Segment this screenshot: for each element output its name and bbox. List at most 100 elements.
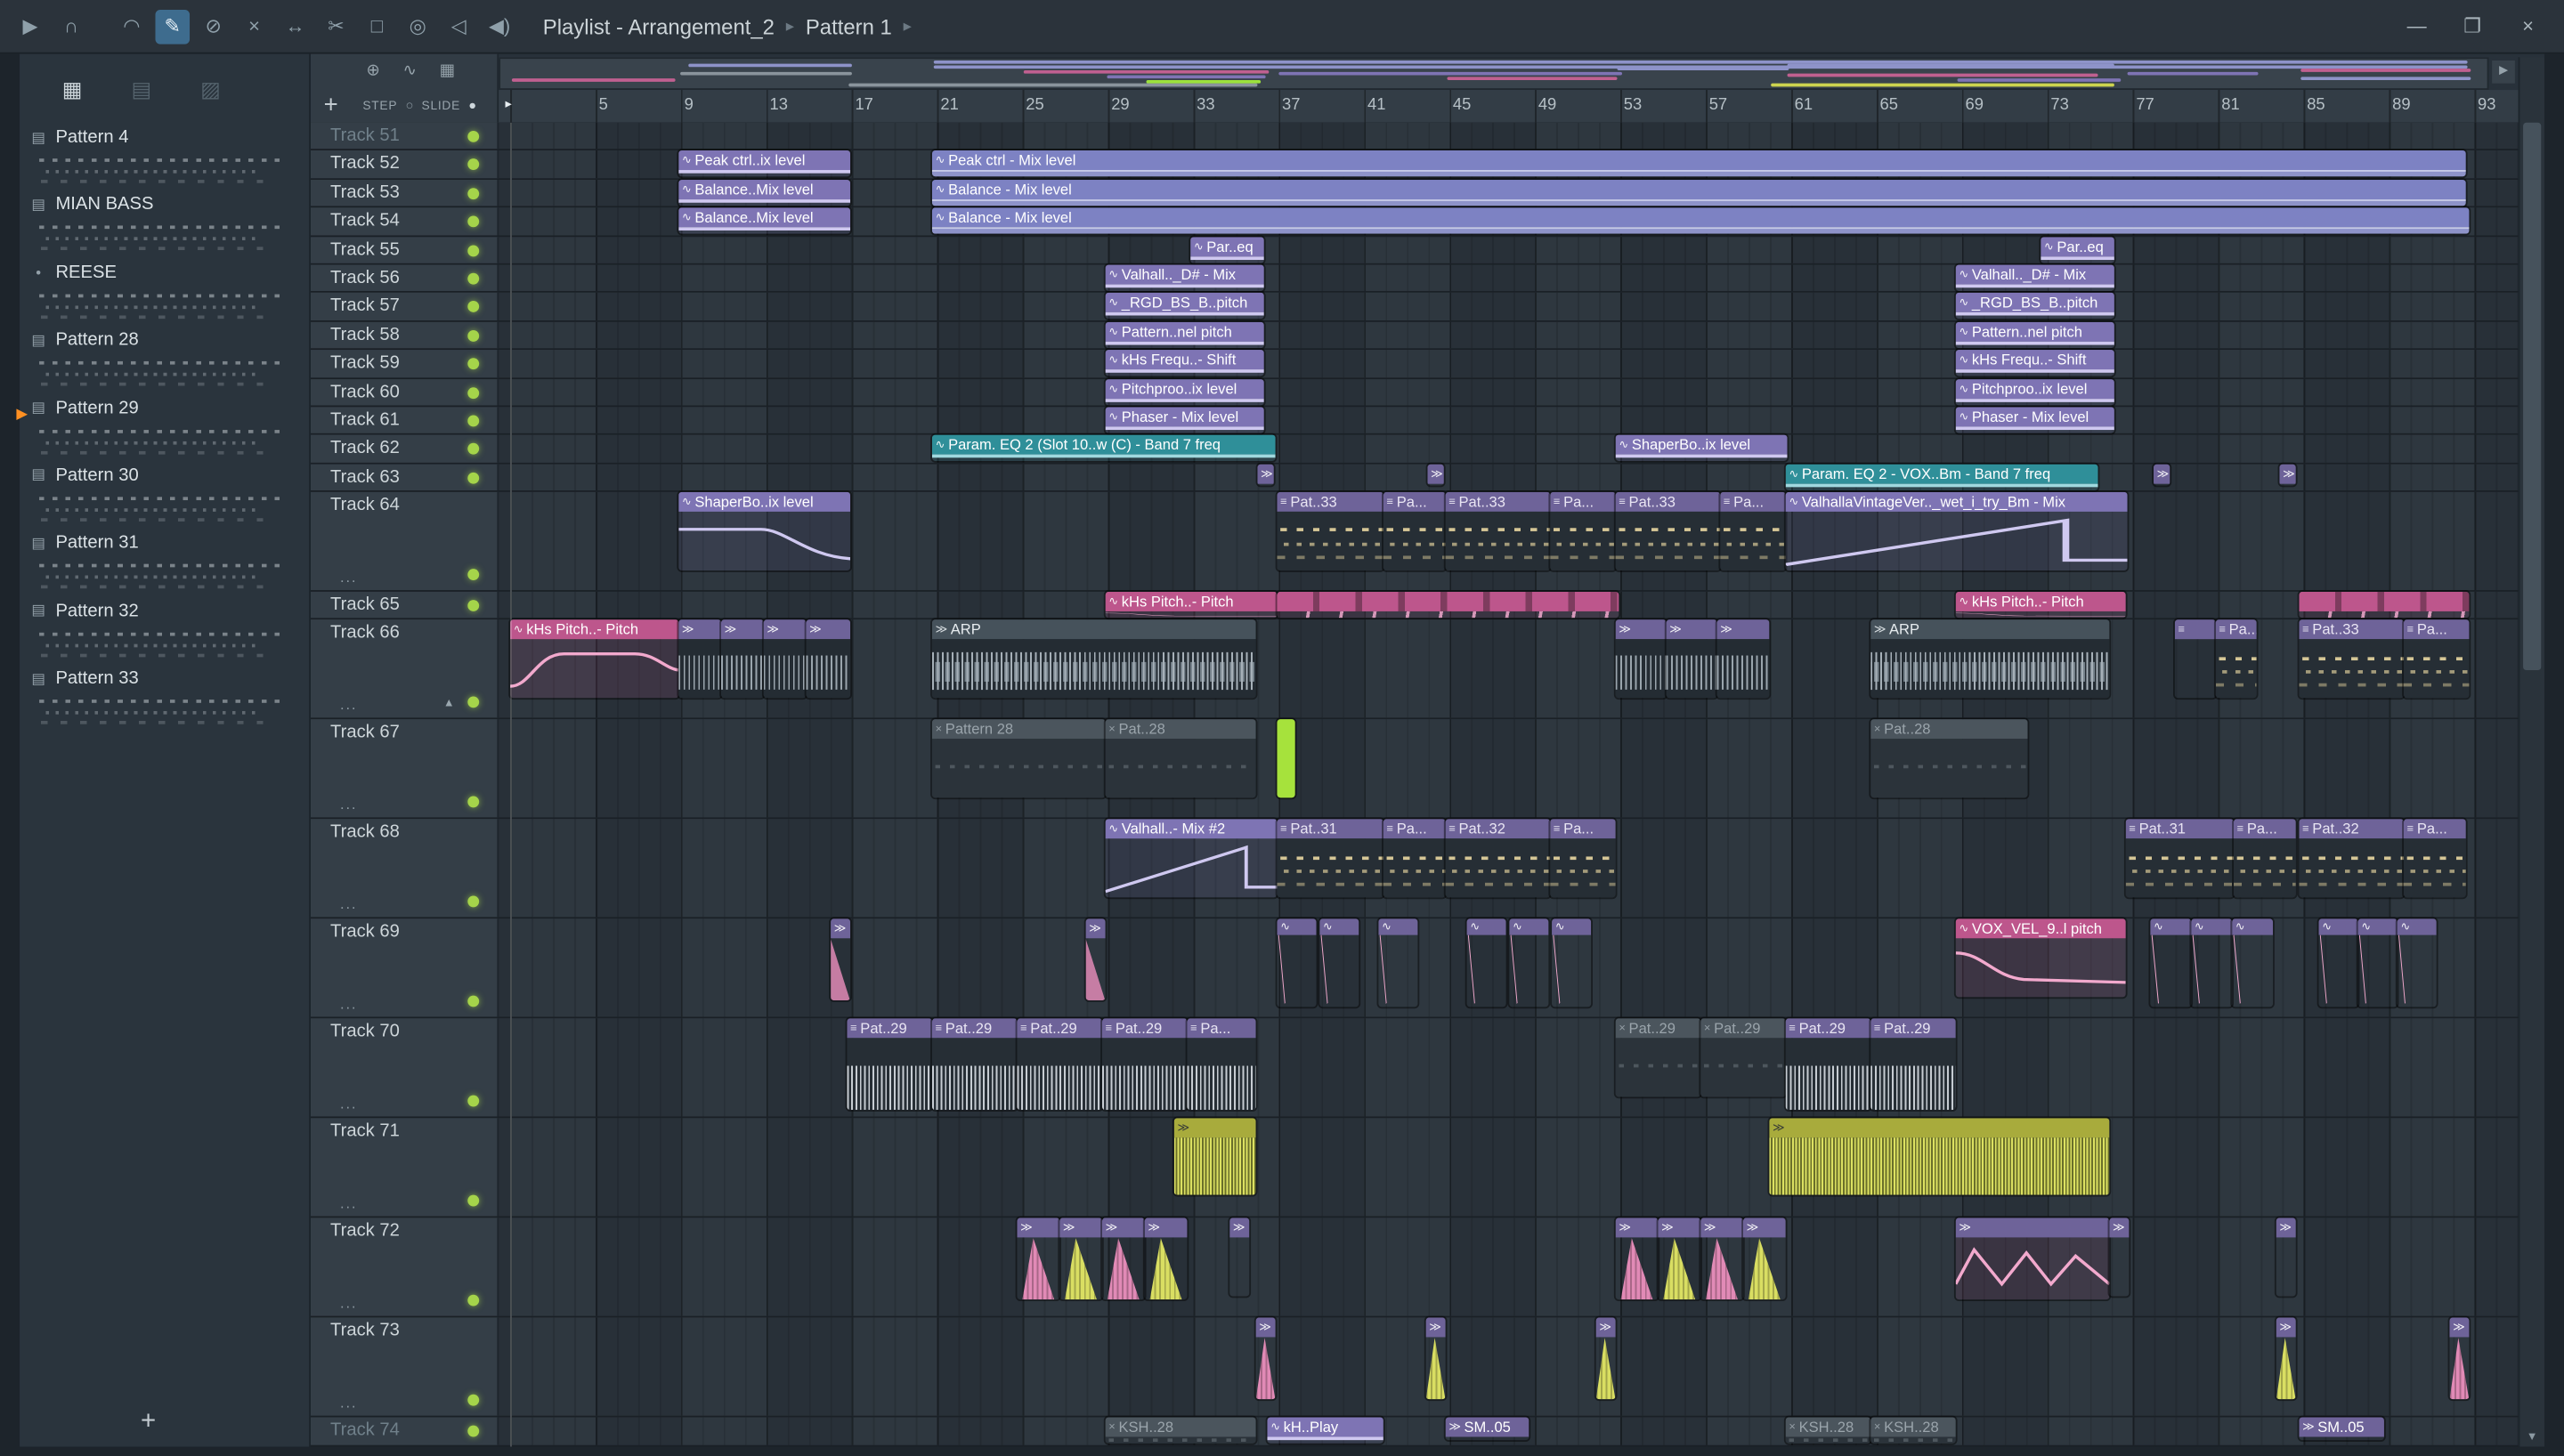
playlist-clip[interactable]: ≫ [1101,1218,1145,1301]
patterns-view-icon[interactable]: ▦ [62,77,83,102]
playlist-clip[interactable]: ≫ [1595,1318,1616,1401]
playlist-clip[interactable]: ≫ [678,619,721,700]
playlist-clip[interactable]: ≡ Pat..32 [1445,820,1551,899]
pattern-list-item[interactable]: ▤ Pattern 28 [20,328,309,396]
playlist-clip[interactable]: × Pat..28 [1105,720,1256,799]
step-label[interactable]: STEP [362,98,397,113]
mute-led[interactable] [467,329,480,342]
playlist-clip[interactable]: ∿ Peak ctrl..ix level [678,150,851,178]
track-lane[interactable]: ∿ kHs Frequ..- Shift ∿ kHs Frequ..- Shift [499,350,2519,377]
playlist-clip[interactable]: ∿ [2397,919,2437,1007]
track-header[interactable]: Track 73... [310,1318,499,1417]
track-header[interactable]: Track 67... [310,720,499,819]
playlist-clip[interactable]: ∿ Par..eq [1190,236,1264,263]
playlist-clip[interactable]: ∿ Param. EQ 2 - VOX..Bm - Band 7 freq [1785,464,2098,490]
track-header[interactable]: Track 72... [310,1218,499,1317]
play-icon[interactable]: ▶ [13,9,48,44]
playlist-clip[interactable]: ≡ Pat..29 [1101,1019,1188,1112]
playlist-clip[interactable]: ∿ [2150,919,2192,1007]
pattern-list-item[interactable]: ▤ Pattern 29 [20,397,309,465]
playlist-clip[interactable]: ≫ [720,619,764,700]
playlist-clip[interactable]: ∿ [1552,919,1592,1007]
playlist-clip[interactable]: ≫ [806,619,851,700]
playlist-clip[interactable]: ≡ Pa... [1383,820,1446,899]
track-header[interactable]: Track 64... [310,491,499,591]
track-lane[interactable]: ≫ ≫ ∿ Param. EQ 2 - VOX..Bm - Band 7 freq ≫ ≫ [499,464,2519,491]
playlist-clip[interactable]: ≡ Pat..31 [1277,820,1383,899]
track-lane[interactable]: ∿ _RGD_BS_B..pitch ∿ _RGD_BS_B..pitch [499,293,2519,320]
playlist-clip[interactable]: × Pat..28 [1870,720,2028,799]
vertical-scrollbar[interactable]: ▼ [2518,57,2544,1447]
timeline-ruler[interactable]: ▸ 5 9 13 17 21 25 29 33 37 41 45 49 53 57 61 65 69 73 77 81… [499,90,2519,125]
arrangement-overview[interactable] [499,57,2489,91]
playlist-clip[interactable]: ≫ [1769,1119,2110,1196]
playlist-clip[interactable]: ≫ [1700,1218,1743,1301]
track-header[interactable]: Track 55 [310,236,499,263]
grid-icon[interactable]: ▦ [440,62,455,80]
track-lane[interactable]: ∿ Balance..Mix level ∿ Balance - Mix level [499,179,2519,206]
pattern-list-item[interactable]: ▤ Pattern 32 [20,600,309,667]
playlist-clip[interactable]: ≡ Pat..33 [1615,491,1721,571]
playlist-clip[interactable]: ≡ [2174,619,2216,699]
track-lane[interactable]: ∿ kHs Pitch..- Pitch ∿ kHs Pitch..- Pitch [499,592,2519,619]
playlist-clip[interactable]: ∿ [1509,919,1549,1007]
playlist-clip[interactable]: ∿ Pitchproo..ix level [1105,378,1264,405]
audition-speaker-icon[interactable]: ◀) [483,9,517,44]
playlist-clip[interactable]: ≡ Pat..32 [2299,820,2404,899]
snap-icon[interactable]: ⊕ [366,62,379,80]
mute-led[interactable] [467,215,480,228]
track-header[interactable]: Track 70... [310,1019,499,1118]
playlist-clip[interactable]: ≫ SM..05 [2299,1418,2384,1441]
track-header[interactable]: Track 66... ▲ [310,619,499,719]
track-header[interactable]: Track 74 [310,1418,499,1445]
slice-tool-icon[interactable]: ✂ [319,9,353,44]
mute-led[interactable] [467,472,480,484]
picker-add-button[interactable]: + [141,1407,156,1436]
mute-led[interactable] [467,130,480,142]
playlist-clip[interactable]: ∿ Pitchproo..ix level [1955,378,2114,405]
close-button[interactable]: × [2505,10,2551,43]
playlist-clip[interactable]: ∿ kHs Frequ..- Shift [1105,350,1264,376]
playlist-clip[interactable]: ≡ Pat..33 [1445,491,1551,571]
track-lane[interactable]: × KSH..28 ∿ kH..Play ≫ SM..05 × KSH..28 × KSH..28… [499,1418,2519,1445]
playlist-clip[interactable]: ≡ Pat..33 [1277,491,1383,571]
playlist-clip[interactable]: × KSH..28 [1105,1418,1256,1444]
playlist-clip[interactable]: ∿ VOX_VEL_9..l pitch [1955,919,2126,999]
playlist-clip[interactable]: ≫ [1615,619,1667,700]
slip-tool-icon[interactable]: ↔ [278,9,312,44]
breadcrumb-pattern[interactable]: Pattern 1 [806,14,892,39]
playlist-clip[interactable]: ≫ [1229,1218,1250,1297]
playlist-clip[interactable]: ∿ kHs Pitch..- Pitch [1955,592,2126,619]
playlist-clip[interactable]: ∿ [1277,919,1317,1007]
playlist-clip[interactable]: × Pattern 28 [931,720,1106,799]
playlist-clip[interactable]: ≡ Pat..31 [2125,820,2234,899]
playlist-clip[interactable]: ≡ Pa... [1550,820,1616,899]
playlist-clip[interactable] [1277,720,1295,799]
playlist-clip[interactable]: ∿ Phaser - Mix level [1105,407,1264,433]
track-lane[interactable]: ≫ ≫ ≫ ≫ ≫ ≫ ≫ ≫ ≫ ≫ ≫ ≫ [499,1218,2519,1317]
track-header[interactable]: Track 71... [310,1119,499,1217]
track-header[interactable]: Track 65 [310,592,499,619]
track-lane[interactable]: ≫ ≫ ∿ ∿ ∿ ∿ ∿ ∿ ∿ VOX_VEL_9..l pitch ∿ ∿ ∿ ∿ ∿ ∿ [499,919,2519,1018]
playlist-clip[interactable]: ≫ [1666,619,1717,700]
playlist-clip[interactable]: ≫ [1257,464,1274,485]
playlist-clip[interactable]: ≡ Pa... [2403,820,2466,899]
playlist-clip[interactable]: ≡ Pat..33 [2299,619,2404,700]
track-lane[interactable] [499,122,2519,150]
mute-led[interactable] [467,600,480,612]
playlist-clip[interactable]: ≫ [1742,1218,1786,1301]
playback-tool-icon[interactable]: ◁ [442,9,476,44]
audio-view-icon[interactable]: ▤ [131,77,151,102]
headphones-icon[interactable]: ∩ [54,9,89,44]
playlist-clip[interactable]: ≡ Pa... [1383,491,1446,571]
playlist-clip[interactable]: ≡ Pat..29 [1785,1019,1871,1112]
playlist-clip[interactable]: ≡ Pat..29 [1870,1019,1956,1112]
playlist-clip[interactable]: ≫ [2279,464,2296,485]
track-header[interactable]: Track 60 [310,378,499,406]
mute-led[interactable] [467,1395,480,1407]
playlist-clip[interactable]: ≫ [1255,1318,1276,1401]
pattern-list-item[interactable]: ▤ MIAN BASS [20,193,309,261]
mute-led[interactable] [467,1426,480,1438]
track-lane[interactable]: ∿ Pitchproo..ix level ∿ Pitchproo..ix level [499,378,2519,406]
playlist-clip[interactable]: ≡ Pat..29 [847,1019,932,1112]
